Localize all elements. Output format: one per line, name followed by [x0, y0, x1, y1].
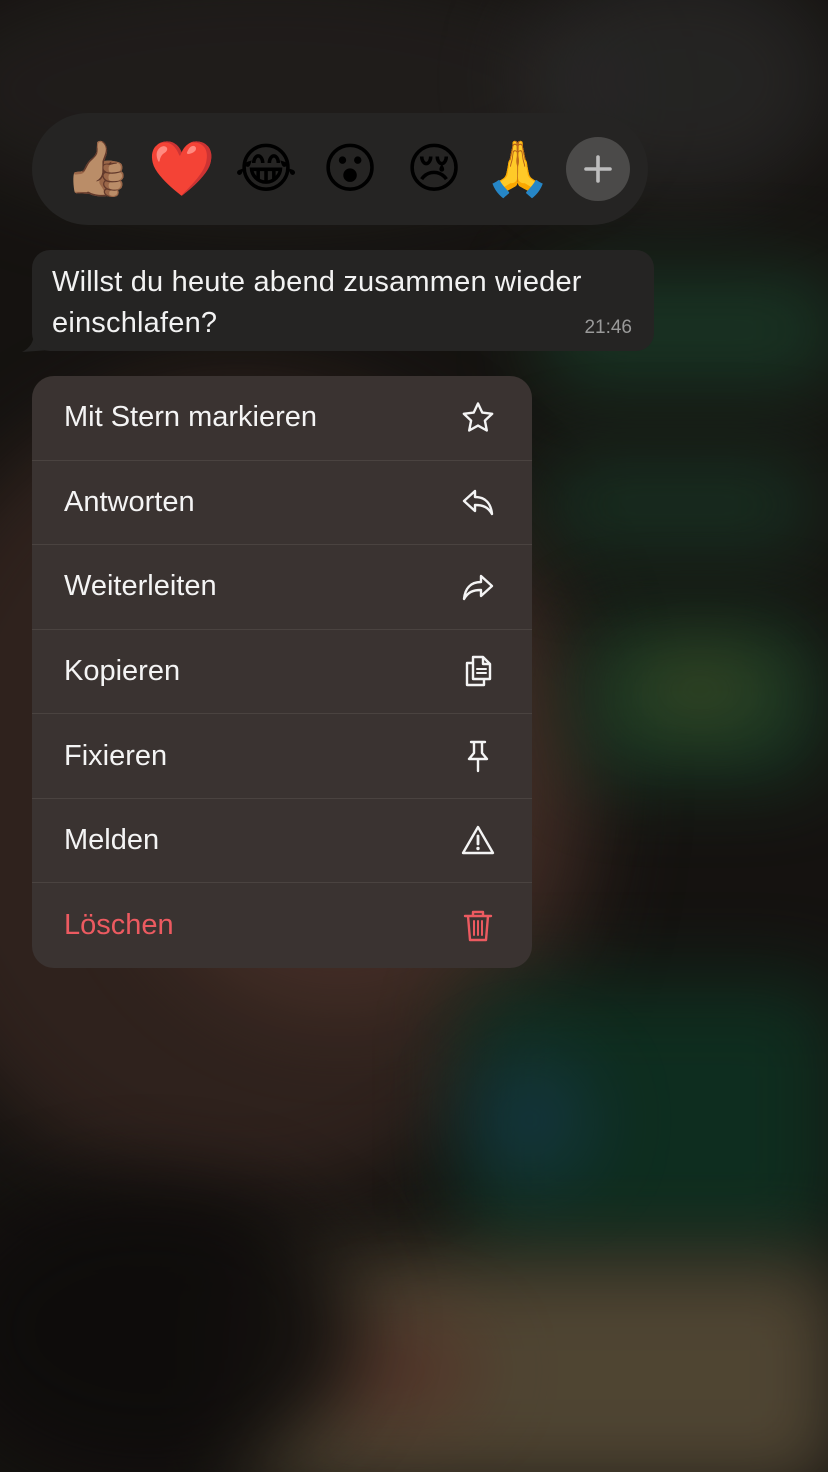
reaction-thumbs-up[interactable]: 👍🏽 — [56, 113, 140, 225]
reaction-crying[interactable]: 😢 — [392, 113, 476, 225]
menu-item-label: Kopieren — [64, 654, 181, 687]
forward-icon — [458, 567, 498, 607]
message-text: Willst du heute abend zusammen wieder ei… — [52, 266, 582, 339]
menu-item-label: Fixieren — [64, 739, 168, 772]
menu-item-forward[interactable]: Weiterleiten — [32, 545, 532, 630]
message-context-menu: Mit Stern markieren Antworten Weiterleit… — [32, 376, 532, 968]
reaction-praying[interactable]: 🙏 — [476, 113, 560, 225]
message-timestamp: 21:46 — [584, 317, 632, 338]
more-reactions-button[interactable] — [566, 137, 630, 201]
menu-item-copy[interactable]: Kopieren — [32, 630, 532, 715]
menu-item-label: Antworten — [64, 485, 195, 518]
trash-icon — [458, 906, 498, 946]
message-bubble[interactable]: Willst du heute abend zusammen wieder ei… — [32, 250, 654, 351]
menu-item-label: Melden — [64, 824, 160, 857]
reaction-laughing[interactable]: 😂 — [224, 113, 308, 225]
menu-item-label: Löschen — [64, 909, 174, 942]
warning-icon — [458, 821, 498, 861]
menu-item-label: Mit Stern markieren — [64, 401, 318, 434]
menu-item-delete[interactable]: Löschen — [32, 883, 532, 968]
pin-icon — [458, 736, 498, 776]
menu-item-star[interactable]: Mit Stern markieren — [32, 376, 532, 461]
menu-item-reply[interactable]: Antworten — [32, 461, 532, 546]
reply-icon — [458, 482, 498, 522]
star-icon — [458, 398, 498, 438]
menu-item-pin[interactable]: Fixieren — [32, 714, 532, 799]
menu-item-report[interactable]: Melden — [32, 799, 532, 884]
reaction-surprised[interactable]: 😮 — [308, 113, 392, 225]
plus-icon — [584, 155, 612, 183]
reaction-heart[interactable]: ❤️ — [140, 113, 224, 225]
menu-item-label: Weiterleiten — [64, 570, 217, 603]
copy-icon — [458, 651, 498, 691]
reaction-bar: 👍🏽 ❤️ 😂 😮 😢 🙏 — [32, 113, 648, 225]
